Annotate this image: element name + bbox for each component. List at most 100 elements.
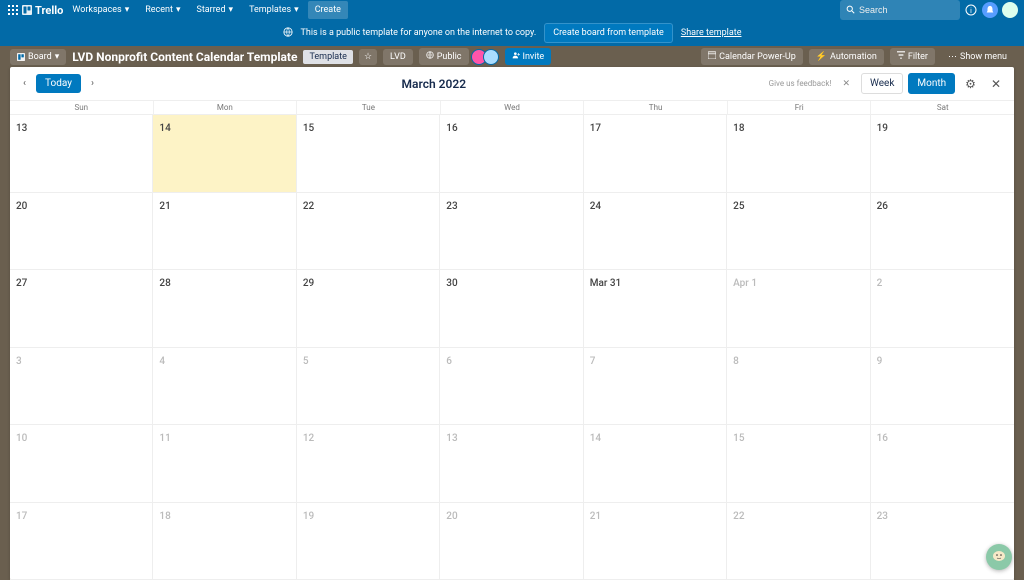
info-icon[interactable]: i <box>964 3 978 17</box>
calendar-cell[interactable]: 21 <box>153 193 296 271</box>
calendar-cell[interactable]: 5 <box>297 348 440 426</box>
calendar-cell[interactable]: 11 <box>153 425 296 503</box>
calendar-cell[interactable]: 17 <box>10 503 153 580</box>
calendar-cell[interactable]: 20 <box>440 503 583 580</box>
calendar-cell[interactable]: 3 <box>10 348 153 426</box>
calendar-cell[interactable]: 6 <box>440 348 583 426</box>
show-menu-button[interactable]: ⋯ Show menu <box>941 49 1014 65</box>
calendar-cell[interactable]: 26 <box>871 193 1014 271</box>
star-button[interactable]: ☆ <box>359 49 377 65</box>
dow-header: Mon <box>154 101 298 115</box>
board-icon <box>17 53 25 61</box>
calendar-panel: ‹ Today › March 2022 Give us feedback! ✕… <box>10 67 1014 580</box>
calendar-cell[interactable]: 17 <box>584 115 727 193</box>
member-avatars[interactable] <box>475 49 499 65</box>
prev-button[interactable]: ‹ <box>18 75 31 92</box>
calendar-cell[interactable]: 20 <box>10 193 153 271</box>
calendar-cell[interactable]: 23 <box>440 193 583 271</box>
calendar-cell[interactable]: 19 <box>297 503 440 580</box>
date-number: 17 <box>590 123 601 134</box>
calendar-cell[interactable]: Apr 1 <box>727 270 870 348</box>
automation-button[interactable]: ⚡ Automation <box>809 49 884 65</box>
date-number: 15 <box>733 433 744 444</box>
calendar-cell[interactable]: 9 <box>871 348 1014 426</box>
date-number: 12 <box>303 433 314 444</box>
calendar-cell[interactable]: Mar 31 <box>584 270 727 348</box>
week-view-button[interactable]: Week <box>861 73 903 94</box>
search-input[interactable] <box>859 5 976 15</box>
avatar[interactable] <box>483 49 499 65</box>
calendar-cell[interactable]: 21 <box>584 503 727 580</box>
template-banner: This is a public template for anyone on … <box>0 20 1024 46</box>
notifications-icon[interactable] <box>982 2 998 18</box>
create-from-template-button[interactable]: Create board from template <box>544 23 673 43</box>
calendar-cell[interactable]: 16 <box>871 425 1014 503</box>
powerup-button[interactable]: Calendar Power-Up <box>701 48 803 65</box>
dow-header: Wed <box>441 101 585 115</box>
bolt-icon: ⚡ <box>816 52 827 62</box>
calendar-cell[interactable]: 16 <box>440 115 583 193</box>
feedback-link[interactable]: Give us feedback! <box>769 79 832 88</box>
date-number: 19 <box>303 511 314 522</box>
feedback-close[interactable]: ✕ <box>842 79 850 89</box>
calendar-cell[interactable]: 24 <box>584 193 727 271</box>
next-button[interactable]: › <box>86 75 99 92</box>
chevron-down-icon: ▾ <box>55 52 60 62</box>
date-number: Apr 1 <box>733 278 757 289</box>
calendar-cell[interactable]: 8 <box>727 348 870 426</box>
date-number: 13 <box>16 123 27 134</box>
board-title[interactable]: LVD Nonprofit Content Calendar Template <box>72 50 297 64</box>
calendar-cell[interactable]: 14 <box>584 425 727 503</box>
calendar-cell[interactable]: 4 <box>153 348 296 426</box>
visibility-button[interactable]: Public <box>419 48 469 65</box>
date-number: 16 <box>877 433 888 444</box>
calendar-cell[interactable]: 18 <box>153 503 296 580</box>
user-plus-icon <box>512 51 520 62</box>
templates-menu[interactable]: Templates▾ <box>242 1 306 19</box>
taco-icon <box>991 547 1007 567</box>
calendar-cell[interactable]: 10 <box>10 425 153 503</box>
calendar-cell[interactable]: 22 <box>297 193 440 271</box>
calendar-cell[interactable]: 29 <box>297 270 440 348</box>
chevron-down-icon: ▾ <box>294 5 299 15</box>
invite-button[interactable]: Invite <box>505 48 552 65</box>
today-button[interactable]: Today <box>36 74 81 93</box>
logo[interactable]: Trello <box>22 4 63 17</box>
month-view-button[interactable]: Month <box>908 73 955 94</box>
calendar-cell[interactable]: 13 <box>440 425 583 503</box>
calendar-cell[interactable]: 30 <box>440 270 583 348</box>
date-number: 21 <box>590 511 601 522</box>
help-bubble[interactable] <box>986 544 1012 570</box>
calendar-cell[interactable]: 12 <box>297 425 440 503</box>
settings-button[interactable]: ⚙ <box>960 74 981 94</box>
calendar-cell[interactable]: 18 <box>727 115 870 193</box>
date-number: 30 <box>446 278 457 289</box>
calendar-cell[interactable]: 15 <box>297 115 440 193</box>
top-navigation: Trello Workspaces▾ Recent▾ Starred▾ Temp… <box>0 0 1024 20</box>
calendar-cell[interactable]: 15 <box>727 425 870 503</box>
share-template-link[interactable]: Share template <box>681 28 742 38</box>
org-link[interactable]: LVD <box>383 49 413 65</box>
board-view-switch[interactable]: Board ▾ <box>10 49 66 65</box>
search-input-wrap[interactable] <box>840 0 960 20</box>
date-number: 11 <box>159 433 170 444</box>
apps-icon[interactable] <box>6 3 20 17</box>
filter-button[interactable]: Filter <box>890 48 935 65</box>
calendar-cell[interactable]: 7 <box>584 348 727 426</box>
close-calendar-button[interactable]: ✕ <box>986 74 1006 94</box>
starred-menu[interactable]: Starred▾ <box>189 1 240 19</box>
calendar-cell[interactable]: 2 <box>871 270 1014 348</box>
workspaces-menu[interactable]: Workspaces▾ <box>65 1 136 19</box>
calendar-cell[interactable]: 13 <box>10 115 153 193</box>
calendar-cell[interactable]: 14 <box>153 115 296 193</box>
calendar-cell[interactable]: 27 <box>10 270 153 348</box>
calendar-icon <box>708 51 716 62</box>
calendar-cell[interactable]: 19 <box>871 115 1014 193</box>
create-button[interactable]: Create <box>308 1 348 19</box>
close-icon: ✕ <box>991 77 1001 91</box>
calendar-cell[interactable]: 22 <box>727 503 870 580</box>
calendar-cell[interactable]: 28 <box>153 270 296 348</box>
user-avatar[interactable] <box>1002 2 1018 18</box>
calendar-cell[interactable]: 25 <box>727 193 870 271</box>
recent-menu[interactable]: Recent▾ <box>138 1 187 19</box>
